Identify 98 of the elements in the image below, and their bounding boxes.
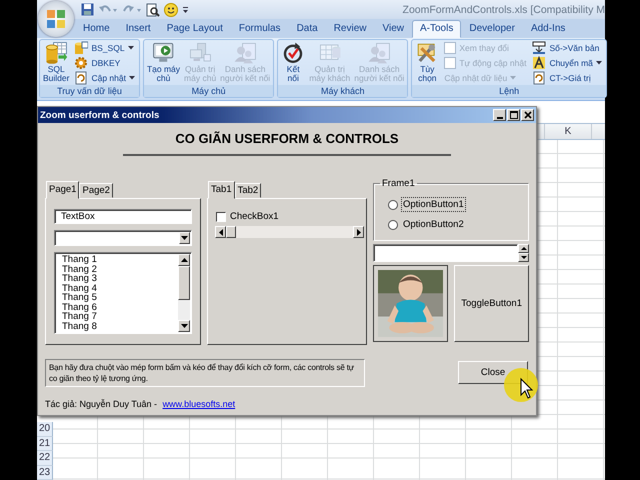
author-text: Tác giả: Nguyễn Duy Tuân - (45, 399, 158, 409)
scroll-thumb[interactable] (226, 226, 236, 238)
group-label: Lệnh (412, 85, 606, 97)
combo-box[interactable] (54, 230, 192, 246)
document-icon (532, 70, 546, 85)
ribbon-button[interactable]: Số->Văn bản (530, 41, 604, 56)
ribbon-tab[interactable]: Home (75, 20, 118, 38)
group-label: Máy khách (278, 85, 408, 97)
ribbon-tab[interactable]: Page Layout (158, 20, 231, 38)
strip-tab[interactable]: Tab2 (234, 183, 262, 198)
ribbon-tab[interactable]: Data (288, 20, 326, 38)
list-item[interactable]: Thang 3 (62, 274, 170, 284)
group-label: Truy vấn dữ liệu (40, 85, 139, 97)
users-icon (367, 41, 392, 65)
instruction-text: Bạn hãy đưa chuột vào mép form bấm và kéo để thay đổi kích cỡ form, các controls sẽ tự co giãn theo tỷ lệ tương ứng. (45, 359, 365, 387)
radio-option[interactable]: OptionButton1 (388, 197, 528, 212)
caret-icon (128, 76, 135, 80)
users-icon (233, 41, 258, 65)
spin-button[interactable] (518, 244, 529, 262)
dropdown-button[interactable] (179, 232, 190, 244)
ribbon-tab[interactable]: Review (326, 20, 374, 38)
ribbon-button[interactable]: BS_SQL (72, 41, 137, 56)
maximize-button[interactable] (507, 109, 520, 121)
database-icon (44, 41, 68, 65)
left-arrow-icon (218, 228, 222, 236)
list-box[interactable]: Thang 1 Thang 2 Thang 3 Thang 4 Thang 5 Thang 6 Thang 7 Thang 8 (54, 252, 192, 334)
ribbon-button[interactable]: DBKEY (72, 56, 137, 70)
strip-tab[interactable]: Tab1 (208, 181, 235, 199)
monitor-icon (152, 41, 176, 65)
row-header: 21 (37, 436, 53, 451)
close-icon (524, 111, 532, 119)
text-box[interactable] (373, 244, 518, 262)
up-arrow-icon (520, 247, 526, 250)
print-preview-icon[interactable] (146, 2, 160, 16)
minimize-button[interactable] (493, 109, 506, 121)
letter-icon (532, 56, 546, 70)
row-header: 22 (37, 451, 53, 466)
maximize-icon (510, 111, 518, 119)
caret-icon (128, 46, 134, 50)
form-heading: CO GIÃN USERFORM & CONTROLS (123, 131, 451, 156)
ribbon-button[interactable]: CT->Giá trị (530, 70, 604, 85)
ribbon-button[interactable]: Chuyển mã (530, 56, 604, 70)
document-icon (74, 70, 88, 85)
toggle-button[interactable]: ToggleButton1 (454, 265, 529, 342)
list-item[interactable]: Thang 1 (62, 255, 170, 264)
up-arrow-icon (180, 258, 188, 262)
list-item[interactable]: Thang 7 (62, 312, 170, 322)
smiley-icon[interactable] (164, 2, 178, 16)
window-title: Zoom userform & controls (40, 110, 160, 120)
scroll-bar[interactable] (215, 226, 364, 238)
cursor-icon (503, 367, 539, 403)
list-item[interactable]: Thang 8 (62, 322, 170, 331)
ribbon-button[interactable]: SQL Builder (42, 41, 70, 83)
website-link[interactable]: www.bluesofts.net (162, 399, 236, 409)
down-arrow-icon (180, 324, 188, 328)
ribbon-tab[interactable]: Developer (461, 20, 523, 38)
scroll-thumb[interactable] (178, 266, 190, 300)
row-header: 20 (37, 422, 53, 436)
text-box[interactable]: TextBox (54, 209, 192, 224)
office-logo-icon (45, 8, 67, 30)
group-label: Máy chủ (144, 85, 274, 97)
gear-icon (74, 56, 88, 70)
ribbon-button[interactable]: Kết nối (280, 41, 306, 83)
close-button[interactable] (521, 109, 534, 121)
ribbon-tab[interactable]: Add-Ins (522, 20, 574, 38)
caret-icon (181, 236, 188, 240)
frame-caption: Frame1 (381, 178, 416, 189)
radio-button[interactable] (388, 200, 398, 210)
list-item[interactable]: Thang 4 (62, 284, 170, 293)
text-convert-icon (532, 41, 546, 56)
office-button[interactable] (38, 1, 74, 37)
ribbon-tab[interactable]: A-Tools (412, 20, 462, 38)
caret-icon (596, 61, 602, 65)
ribbon-button[interactable]: Tạo máy chủ (146, 41, 182, 83)
list-item[interactable]: Thang 5 (62, 293, 170, 302)
page-tab[interactable]: Page1 (46, 181, 80, 199)
save-icon[interactable] (81, 3, 94, 16)
scroll-bar[interactable] (178, 254, 190, 332)
ribbon-button[interactable]: Tùy chọn (414, 41, 440, 83)
checkbox[interactable] (216, 212, 226, 222)
checkbox-option[interactable]: CheckBox1 (216, 211, 358, 222)
list-item[interactable]: Thang 2 (62, 264, 170, 274)
list-item[interactable]: Thang 6 (62, 302, 170, 312)
radio-option[interactable]: OptionButton2 (388, 217, 528, 232)
page-tab[interactable]: Page2 (79, 183, 113, 198)
ribbon-tab[interactable]: Insert (118, 20, 159, 38)
radio-button[interactable] (388, 220, 398, 230)
customize-icon[interactable] (182, 4, 189, 14)
ribbon-tab[interactable]: View (374, 20, 412, 38)
column-header: K (544, 124, 592, 139)
window-title: ZoomFormAndControls.xls [Compatibility M (402, 4, 605, 16)
database-icon (74, 41, 88, 56)
ribbon-button[interactable]: Cập nhật (72, 70, 137, 85)
ribbon-tab[interactable]: Formulas (230, 20, 289, 38)
down-arrow-icon (520, 256, 526, 259)
row-header: 23 (37, 466, 53, 480)
right-arrow-icon (356, 228, 360, 236)
caret-icon (510, 76, 516, 80)
